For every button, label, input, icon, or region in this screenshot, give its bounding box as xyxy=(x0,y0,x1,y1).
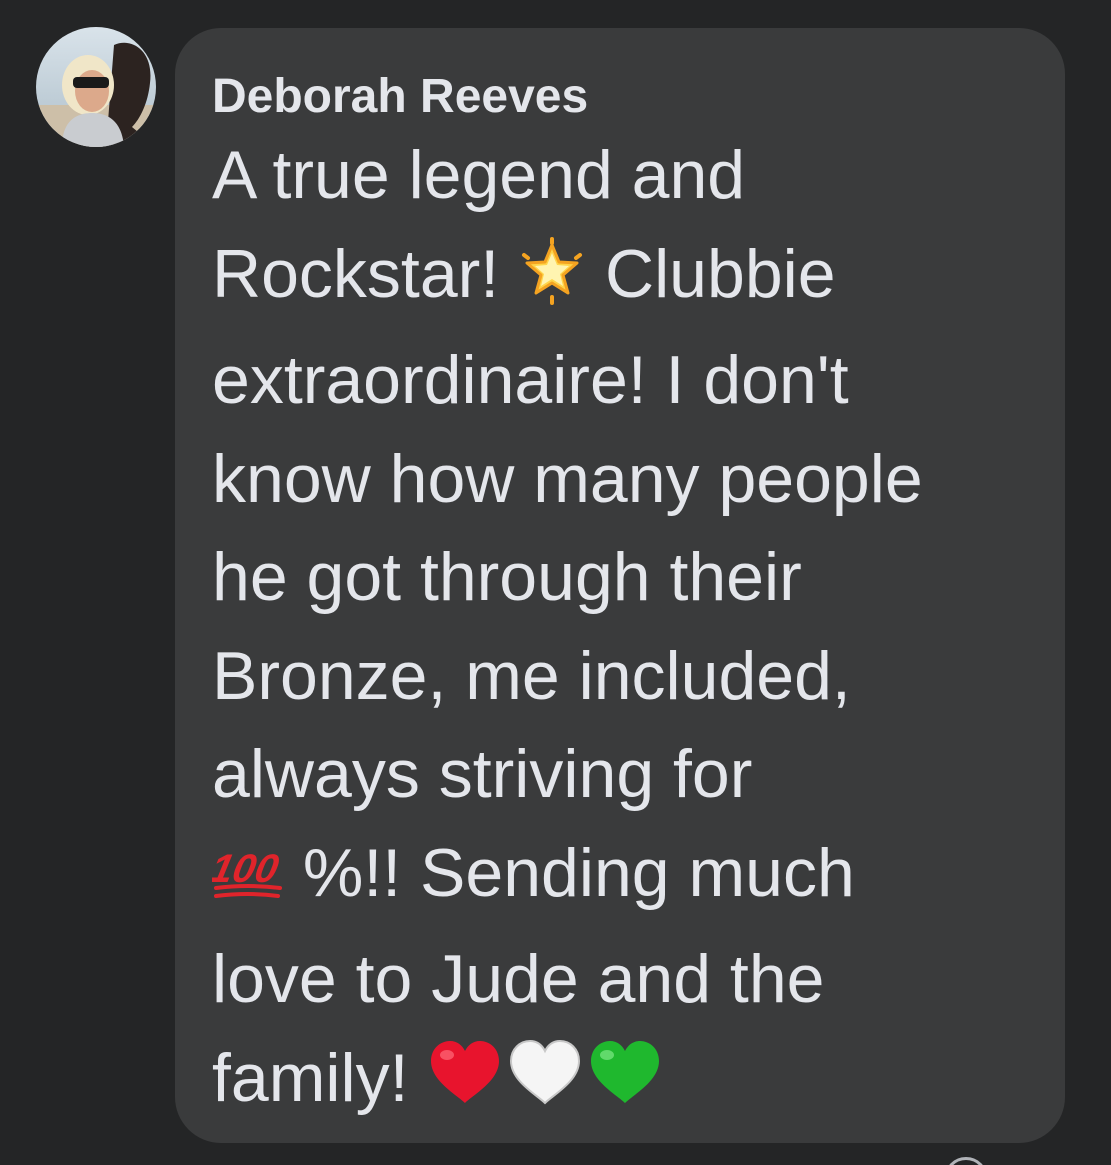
white-heart-icon xyxy=(503,1037,587,1136)
comment-line: know how many people xyxy=(212,440,923,517)
comment-line: 100 %!! Sending much xyxy=(206,824,1035,931)
comment-bubble: Deborah Reeves A true legend and Rocksta… xyxy=(175,28,1065,1143)
avatar[interactable] xyxy=(36,27,156,147)
comment-text: A true legend and Rockstar! Clubbie extr… xyxy=(206,126,1035,1136)
red-heart-icon xyxy=(427,1037,503,1136)
reaction-icon[interactable] xyxy=(944,1157,988,1165)
comment-screen: Deborah Reeves A true legend and Rocksta… xyxy=(0,0,1111,1165)
hundred-points-icon: 100 xyxy=(206,832,284,931)
comment-line: love to Jude and the xyxy=(212,941,825,1017)
comment-author-name[interactable]: Deborah Reeves xyxy=(212,68,1035,126)
comment-line: he got through their xyxy=(212,539,802,615)
comment-line: A true legend and xyxy=(212,137,746,213)
comment-line: always striving for xyxy=(212,736,753,812)
comment-line: family! xyxy=(212,1029,1035,1136)
comment-line: extraordinaire! I don't xyxy=(212,342,849,418)
green-heart-icon xyxy=(587,1037,663,1136)
comment-line: Rockstar! Clubbie xyxy=(212,225,1035,332)
comment-line: Bronze, me included, xyxy=(212,637,851,714)
glowing-star-icon xyxy=(518,233,586,332)
profile-photo-icon xyxy=(36,27,156,147)
